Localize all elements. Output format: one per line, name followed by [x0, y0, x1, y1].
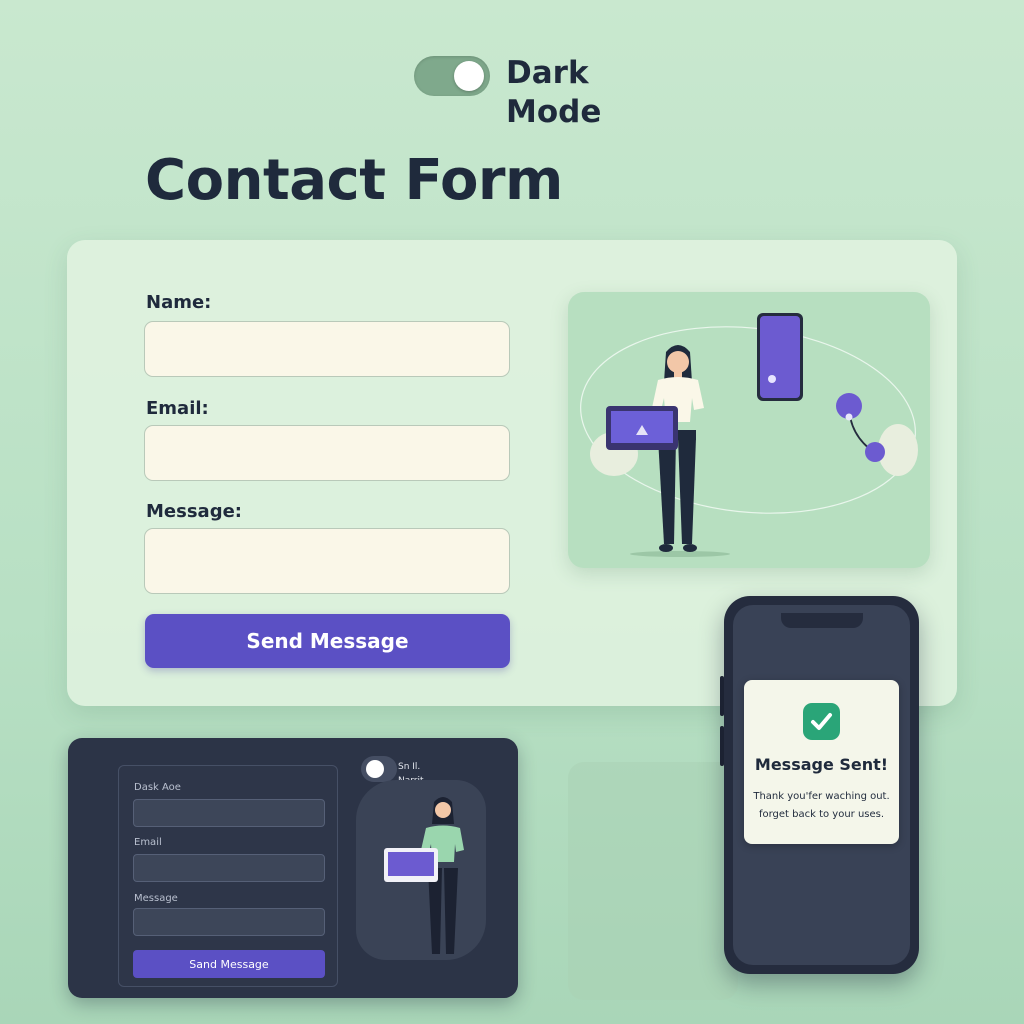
- page-title: Contact Form: [145, 148, 563, 213]
- toggle-knob: [454, 61, 484, 91]
- name-input[interactable]: [144, 321, 510, 377]
- dark-preview-illustration: [356, 780, 486, 960]
- toast-body: Thank you'fer waching out. forget back t…: [750, 788, 893, 824]
- dark-preview-message-label: Message: [134, 893, 178, 904]
- dark-preview-name-label: Dask Aoe: [134, 782, 181, 793]
- dark-mode-toggle-group: Dark Mode: [414, 55, 606, 132]
- email-label: Email:: [146, 398, 209, 419]
- background-card: [568, 762, 738, 1000]
- toast-line-2: forget back to your uses.: [758, 809, 885, 820]
- dark-mode-preview: Dask Aoe Email Message Sand Message Sn I…: [68, 738, 518, 998]
- message-sent-notification: Message Sent! Thank you'fer waching out.…: [744, 680, 899, 844]
- phone-notch: [780, 613, 863, 628]
- dark-preview-email-input[interactable]: [133, 854, 325, 882]
- dark-preview-message-input[interactable]: [133, 908, 325, 936]
- dark-preview-form: Dask Aoe Email Message Sand Message: [118, 765, 338, 987]
- smartphone-icon: [757, 313, 803, 401]
- location-pin-icon: [836, 393, 885, 462]
- dark-mode-toggle[interactable]: [414, 56, 490, 96]
- dark-preview-toggle-knob: [366, 760, 384, 778]
- email-input[interactable]: [144, 425, 510, 481]
- dark-preview-email-label: Email: [134, 837, 162, 848]
- illustration-svg: [580, 313, 918, 557]
- dark-preview-toggle[interactable]: [361, 756, 397, 782]
- message-label: Message:: [146, 501, 242, 522]
- send-message-button[interactable]: Send Message: [145, 614, 510, 668]
- toast-title: Message Sent!: [754, 755, 889, 774]
- toast-line-1: Thank you'fer waching out.: [753, 791, 890, 802]
- laptop-icon: [606, 406, 678, 450]
- dark-preview-toggle-label-line-1: Sn Il.: [398, 762, 421, 772]
- check-icon: [803, 703, 840, 740]
- contact-illustration: [568, 292, 930, 568]
- name-label: Name:: [146, 292, 212, 313]
- dark-mode-label: Dark Mode: [506, 55, 602, 130]
- dark-preview-send-button[interactable]: Sand Message: [133, 950, 325, 978]
- dark-preview-name-input[interactable]: [133, 799, 325, 827]
- message-textarea[interactable]: [144, 528, 510, 594]
- dark-preview-laptop-icon: [384, 848, 438, 882]
